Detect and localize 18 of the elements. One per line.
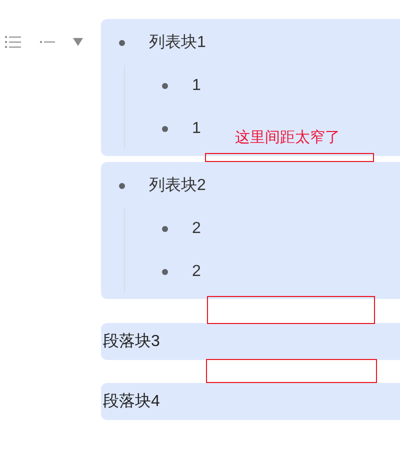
bullet-icon [162, 269, 168, 275]
paragraph-text: 段落块3 [103, 332, 160, 352]
bullet-icon [162, 83, 168, 89]
dash-icon[interactable] [40, 40, 55, 44]
list-item-text: 列表块2 [149, 176, 206, 196]
list-item-text: 1 [192, 119, 201, 139]
bullet-icon [119, 183, 125, 189]
bullet-icon [119, 40, 125, 46]
list-item-text: 2 [192, 262, 201, 282]
paragraph-text: 段落块4 [103, 392, 160, 412]
list-item-text: 2 [192, 219, 201, 239]
bullet-icon [162, 126, 168, 132]
list-item-text: 1 [192, 76, 201, 96]
list-icon[interactable] [5, 36, 21, 48]
caret-icon[interactable] [73, 38, 83, 46]
list-item-text: 列表块1 [149, 32, 206, 53]
bullet-icon [162, 226, 168, 232]
annotation-note: 这里间距太窄了 [235, 128, 340, 148]
